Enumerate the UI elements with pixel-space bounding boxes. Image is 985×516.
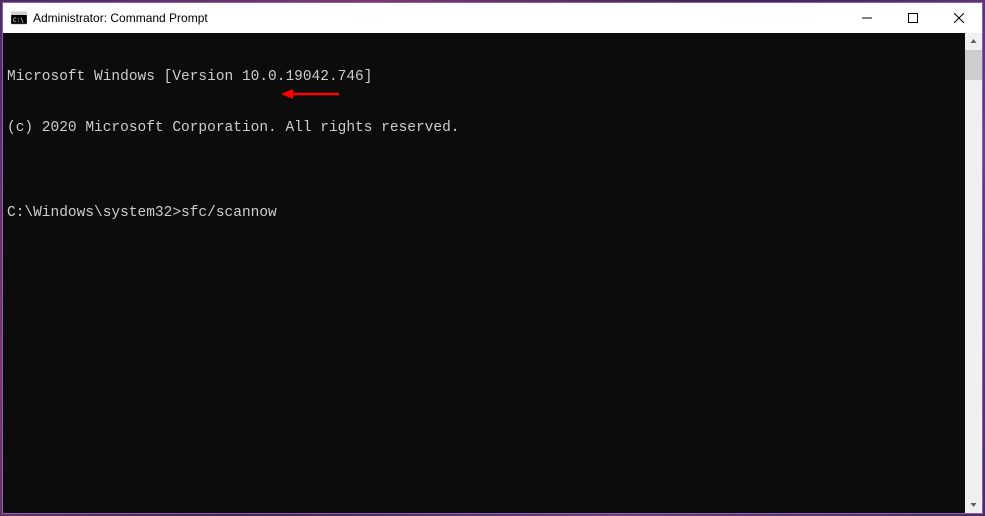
svg-text:C:\: C:\ [13, 17, 24, 24]
terminal-container: Microsoft Windows [Version 10.0.19042.74… [3, 33, 982, 513]
prompt-path: C:\Windows\system32> [7, 205, 181, 221]
terminal-output-line: Microsoft Windows [Version 10.0.19042.74… [7, 69, 961, 86]
command-prompt-window: C:\ Administrator: Command Prompt Micros… [2, 2, 983, 514]
close-button[interactable] [936, 3, 982, 33]
terminal[interactable]: Microsoft Windows [Version 10.0.19042.74… [3, 33, 965, 513]
vertical-scrollbar[interactable] [965, 33, 982, 513]
scroll-thumb[interactable] [965, 50, 982, 80]
window-controls [844, 3, 982, 33]
prompt-line: C:\Windows\system32>sfc/scannow [7, 205, 961, 222]
terminal-output-line: (c) 2020 Microsoft Corporation. All righ… [7, 120, 961, 137]
annotation-arrow-icon [281, 87, 341, 101]
maximize-button[interactable] [890, 3, 936, 33]
scroll-up-button[interactable] [965, 33, 982, 50]
minimize-button[interactable] [844, 3, 890, 33]
titlebar[interactable]: C:\ Administrator: Command Prompt [3, 3, 982, 33]
command-text: sfc/scannow [181, 205, 277, 221]
cmd-icon: C:\ [11, 10, 27, 26]
scroll-track[interactable] [965, 50, 982, 496]
scroll-down-button[interactable] [965, 496, 982, 513]
window-title: Administrator: Command Prompt [33, 11, 844, 25]
